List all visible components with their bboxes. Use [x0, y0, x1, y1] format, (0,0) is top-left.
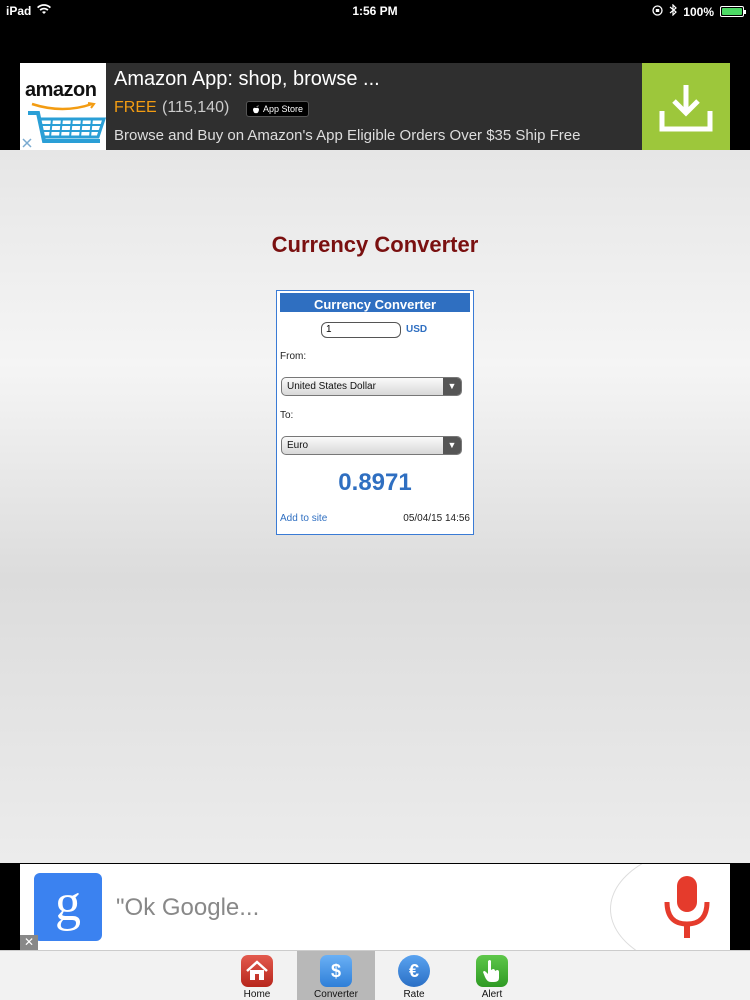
from-currency-value: United States Dollar — [287, 381, 376, 392]
ad-price: FREE — [114, 99, 157, 116]
tab-rate-label: Rate — [403, 989, 425, 1000]
conversion-result: 0.8971 — [338, 469, 412, 496]
google-icon: g — [34, 873, 102, 941]
ad-title: Amazon App: shop, browse ... — [114, 68, 380, 90]
home-icon — [241, 955, 273, 987]
to-label: To: — [280, 410, 294, 421]
to-currency-value: Euro — [287, 440, 309, 451]
tab-home[interactable]: Home — [218, 951, 296, 1000]
battery-percent: 100% — [683, 4, 714, 19]
hand-pointer-icon — [476, 955, 508, 987]
ad-description: Browse and Buy on Amazon's App Eligible … — [114, 127, 581, 144]
amount-input[interactable]: 1 — [321, 322, 401, 338]
ad-info-icon[interactable] — [21, 137, 33, 149]
euro-icon: € — [398, 955, 430, 987]
bluetooth-icon — [669, 3, 678, 19]
main-content: Currency Converter Currency Converter 1 … — [0, 150, 750, 863]
microphone-button[interactable] — [610, 864, 730, 950]
page-title: Currency Converter — [271, 232, 479, 257]
close-ad-button[interactable]: ✕ — [20, 935, 38, 950]
orientation-lock-icon — [652, 4, 663, 19]
tab-home-label: Home — [243, 989, 271, 1000]
status-time: 1:56 PM — [352, 4, 398, 18]
dollar-icon: $ — [320, 955, 352, 987]
to-currency-select[interactable]: Euro ▼ — [281, 436, 462, 455]
google-icon-letter: g — [55, 875, 81, 932]
tab-bar: Home $ Converter € Rate Alert — [0, 950, 750, 1000]
converter-widget: Currency Converter 1 USD From: United St… — [276, 290, 474, 535]
dropdown-arrow-icon: ▼ — [443, 378, 461, 395]
tab-rate[interactable]: € Rate — [375, 951, 453, 1000]
download-button[interactable] — [642, 63, 730, 150]
tab-alert[interactable]: Alert — [453, 951, 531, 1000]
app-store-badge: App Store — [246, 101, 310, 117]
ad-rating-count: (115,140) — [162, 99, 230, 116]
battery-icon — [720, 6, 746, 17]
app-store-label: App Store — [263, 104, 304, 114]
from-currency-select[interactable]: United States Dollar ▼ — [281, 377, 462, 396]
amazon-ad-banner[interactable]: amazon Amazon App: shop, browse ... FREE… — [20, 63, 730, 150]
tab-converter[interactable]: $ Converter — [297, 951, 375, 1000]
from-label: From: — [280, 351, 307, 362]
dropdown-arrow-icon: ▼ — [443, 437, 461, 454]
microphone-icon — [664, 876, 710, 938]
amazon-logo-text: amazon — [25, 79, 97, 101]
ok-google-prompt: "Ok Google... — [116, 894, 260, 921]
rate-timestamp: 05/04/15 14:56 — [403, 513, 470, 524]
add-to-site-link[interactable]: Add to site — [280, 513, 327, 524]
status-right: 100% — [652, 3, 746, 19]
tab-converter-label: Converter — [314, 989, 358, 1000]
widget-header: Currency Converter — [280, 293, 470, 312]
amount-unit: USD — [406, 324, 428, 335]
shopping-cart-icon — [28, 111, 106, 143]
apple-icon — [253, 105, 259, 113]
tab-alert-label: Alert — [481, 989, 503, 1000]
download-icon — [659, 84, 713, 131]
google-ad-banner[interactable]: g "Ok Google... — [20, 864, 730, 950]
status-bar: iPad 1:56 PM 100% — [0, 0, 750, 22]
